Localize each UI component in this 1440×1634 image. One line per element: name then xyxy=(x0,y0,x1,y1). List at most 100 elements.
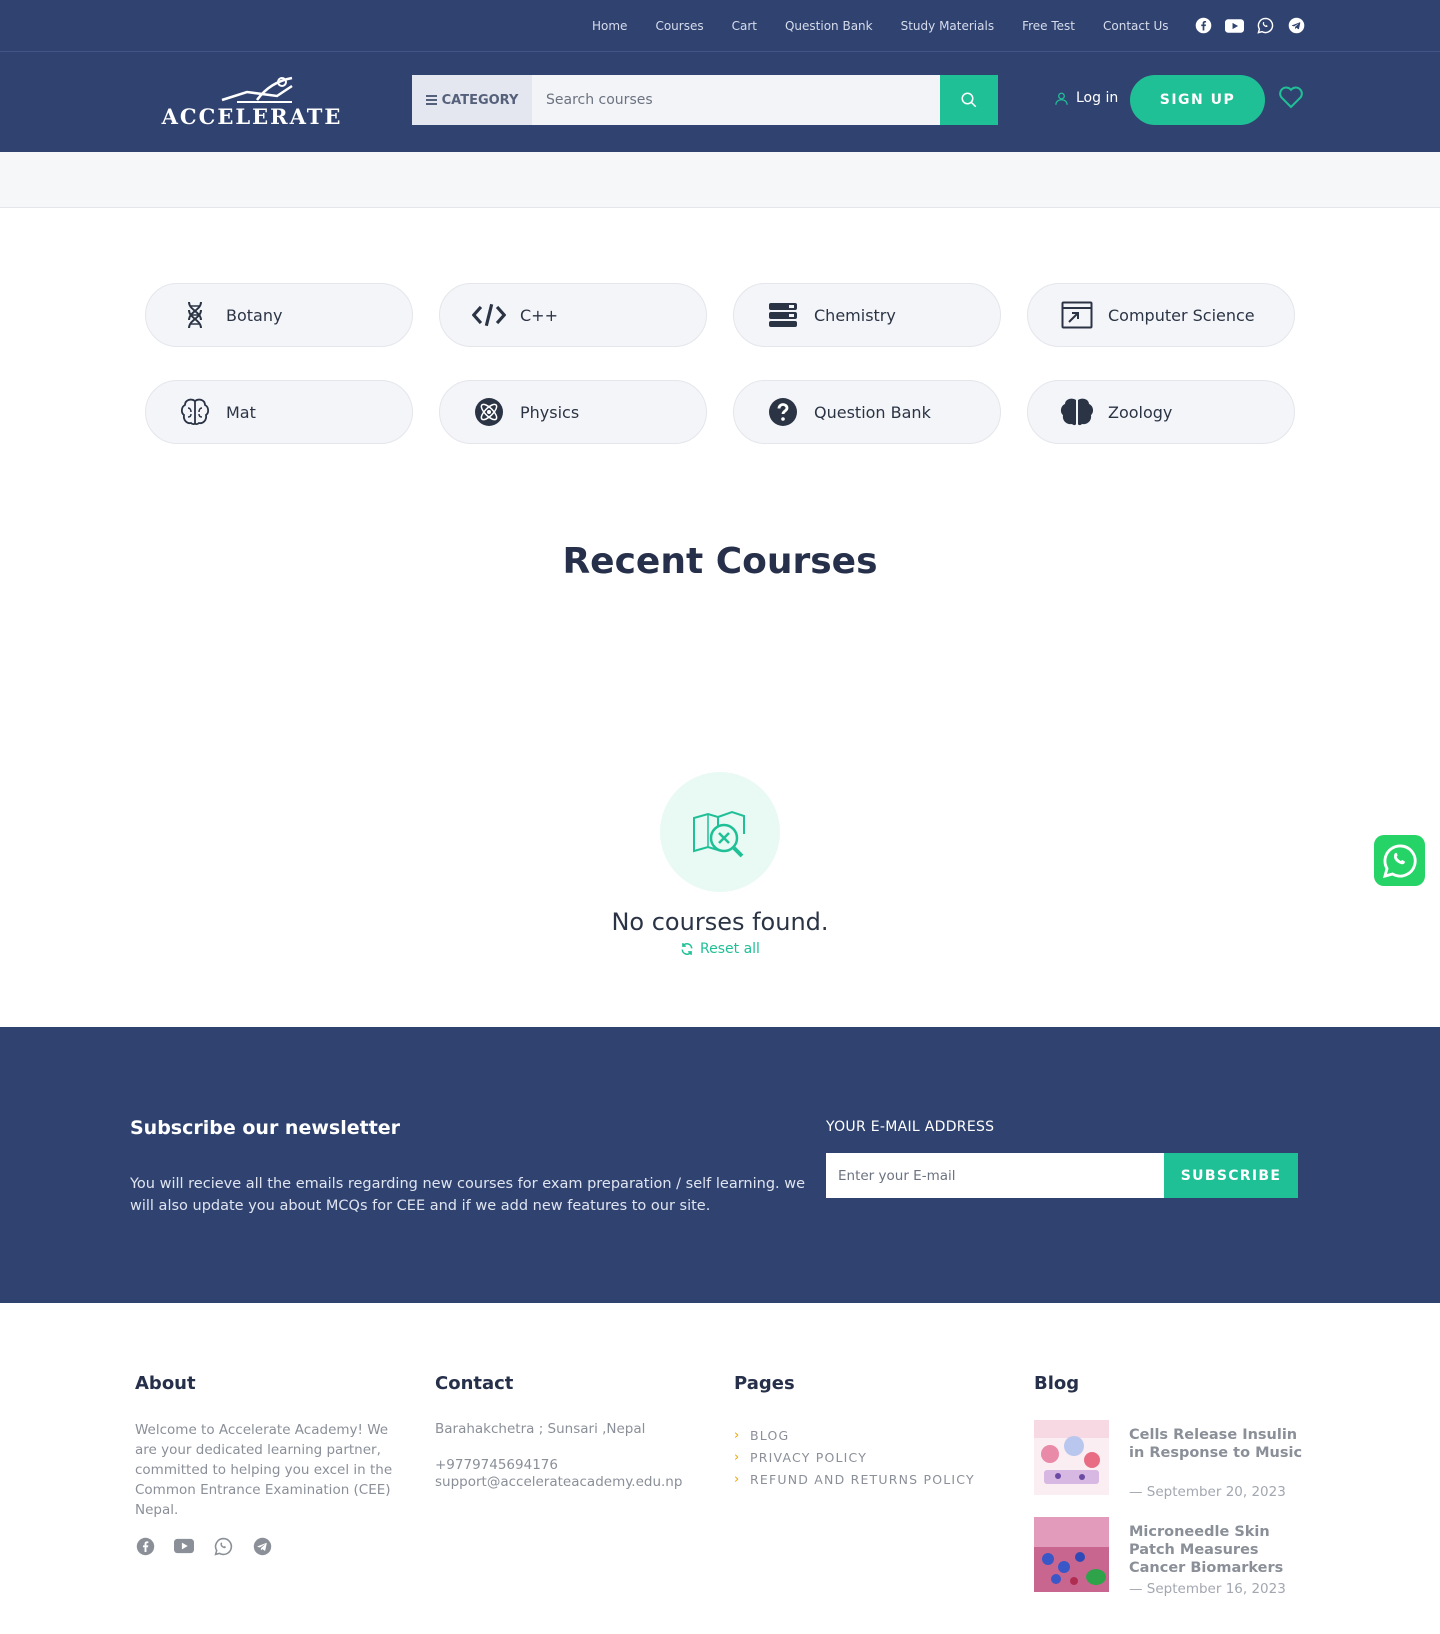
code-icon xyxy=(472,298,506,332)
chevron-right-icon: › xyxy=(734,1427,741,1443)
heart-icon xyxy=(1279,86,1303,109)
category-question-bank[interactable]: Question Bank xyxy=(733,380,1001,444)
reset-all-link[interactable]: Reset all xyxy=(0,941,1440,957)
footer-link-label: PRIVACY POLICY xyxy=(750,1449,868,1465)
footer-link-refund-policy[interactable]: › REFUND AND RETURNS POLICY xyxy=(734,1468,975,1490)
nav-free-test[interactable]: Free Test xyxy=(1022,19,1075,33)
footer-link-label: BLOG xyxy=(750,1427,790,1443)
blog-post[interactable]: Cells Release Insulin in Response to Mus… xyxy=(1034,1420,1304,1500)
facebook-icon[interactable] xyxy=(1194,16,1213,35)
email-label: YOUR E-MAIL ADDRESS xyxy=(826,1119,995,1135)
footer-pages-title: Pages xyxy=(734,1373,795,1394)
blog-post-title[interactable]: Microneedle Skin Patch Measures Cancer B… xyxy=(1129,1523,1304,1577)
category-botany[interactable]: Botany xyxy=(145,283,413,347)
category-label: Computer Science xyxy=(1108,305,1255,325)
newsletter-title: Subscribe our newsletter xyxy=(130,1117,401,1139)
footer-pages: Pages › BLOG › PRIVACY POLICY › REFUND AND … xyxy=(734,1373,975,1490)
login-link[interactable]: Log in xyxy=(1054,90,1118,106)
category-label: Chemistry xyxy=(814,305,896,325)
nav-cart[interactable]: Cart xyxy=(732,19,757,33)
subscribe-button[interactable]: SUBSCRIBE xyxy=(1164,1153,1298,1198)
brain-solid-icon xyxy=(1060,395,1094,429)
refresh-icon xyxy=(681,943,693,955)
footer-about-text: Welcome to Accelerate Academy! We are yo… xyxy=(135,1422,393,1518)
blog-post-date: — September 16, 2023 xyxy=(1129,1581,1286,1597)
footer-about-title: About xyxy=(135,1373,196,1394)
category-label: CATEGORY xyxy=(441,92,519,108)
search-icon xyxy=(961,92,977,108)
logo-mark-icon xyxy=(221,76,293,103)
no-results-illustration xyxy=(660,772,780,892)
blog-post[interactable]: Microneedle Skin Patch Measures Cancer B… xyxy=(1034,1517,1304,1597)
whatsapp-icon[interactable] xyxy=(1256,16,1275,35)
footer-about: About Welcome to Accelerate Academy! We … xyxy=(135,1373,410,1556)
brain-outline-icon xyxy=(178,395,212,429)
question-icon xyxy=(766,395,800,429)
newsletter-email-input[interactable] xyxy=(826,1153,1164,1198)
category-chemistry[interactable]: Chemistry xyxy=(733,283,1001,347)
facebook-icon[interactable] xyxy=(135,1536,155,1556)
category-cpp[interactable]: C++ xyxy=(439,283,707,347)
category-dropdown[interactable]: CATEGORY xyxy=(412,75,532,125)
logo-text: ACCELERATE xyxy=(161,104,343,129)
telegram-icon[interactable] xyxy=(252,1536,272,1556)
category-physics[interactable]: Physics xyxy=(439,380,707,444)
search-bar: CATEGORY xyxy=(412,75,998,125)
category-label: Question Bank xyxy=(814,402,931,422)
whatsapp-icon xyxy=(1382,844,1417,878)
footer-link-privacy-policy[interactable]: › PRIVACY POLICY xyxy=(734,1446,975,1468)
window-icon xyxy=(1060,298,1094,332)
footer-pages-list: › BLOG › PRIVACY POLICY › REFUND AND RETURN… xyxy=(734,1424,975,1490)
chevron-right-icon: › xyxy=(734,1471,741,1487)
blog-post-title[interactable]: Cells Release Insulin in Response to Mus… xyxy=(1129,1426,1304,1462)
dna-icon xyxy=(178,298,212,332)
footer-link-label: REFUND AND RETURNS POLICY xyxy=(750,1471,975,1487)
layers-icon xyxy=(766,298,800,332)
category-label: Mat xyxy=(226,402,256,422)
site-logo[interactable]: ACCELERATE xyxy=(152,74,352,130)
category-label: Physics xyxy=(520,402,580,422)
youtube-icon[interactable] xyxy=(174,1536,194,1556)
contact-email[interactable]: support@accelerateacademy.edu.np xyxy=(435,1474,682,1490)
category-mat[interactable]: Mat xyxy=(145,380,413,444)
footer-social-links xyxy=(135,1536,410,1556)
footer-blog-title: Blog xyxy=(1034,1373,1080,1394)
newsletter-description: You will recieve all the emails regardin… xyxy=(130,1176,806,1214)
signup-button[interactable]: SIGN UP xyxy=(1130,75,1265,125)
user-icon xyxy=(1055,92,1068,105)
youtube-icon[interactable] xyxy=(1225,16,1244,35)
category-zoology[interactable]: Zoology xyxy=(1027,380,1295,444)
category-computer-science[interactable]: Computer Science xyxy=(1027,283,1295,347)
category-label: Zoology xyxy=(1108,402,1173,422)
category-label: Botany xyxy=(226,305,283,325)
telegram-icon[interactable] xyxy=(1287,16,1306,35)
whatsapp-chat-button[interactable] xyxy=(1374,835,1425,886)
blog-thumbnail xyxy=(1034,1517,1109,1592)
footer-link-blog[interactable]: › BLOG xyxy=(734,1424,975,1446)
recent-courses-title: Recent Courses xyxy=(562,541,878,582)
nav-courses[interactable]: Courses xyxy=(655,19,703,33)
newsletter-section: Subscribe our newsletter You will reciev… xyxy=(0,1027,1440,1303)
nav-home[interactable]: Home xyxy=(592,19,627,33)
atom-icon xyxy=(472,395,506,429)
wishlist-button[interactable] xyxy=(1278,85,1304,113)
chevron-right-icon: › xyxy=(734,1449,741,1465)
login-label: Log in xyxy=(1076,90,1119,106)
nav-contact-us[interactable]: Contact Us xyxy=(1103,19,1169,33)
whatsapp-icon[interactable] xyxy=(213,1536,233,1556)
footer-contact-title: Contact xyxy=(435,1373,514,1394)
footer-contact: Contact Barahakchetra ; Sunsari ,Nepal +… xyxy=(435,1373,682,1490)
search-button[interactable] xyxy=(940,75,998,125)
footer-blog: Blog Cells Release Insulin in Response t… xyxy=(1034,1373,1304,1633)
category-grid: Botany C++ Chemistry Computer Science Ma… xyxy=(145,283,1295,444)
nav-question-bank[interactable]: Question Bank xyxy=(785,19,873,33)
top-nav: Home Courses Cart Question Bank Study Ma… xyxy=(592,0,1169,52)
nav-study-materials[interactable]: Study Materials xyxy=(901,19,994,33)
blog-thumbnail xyxy=(1034,1420,1109,1495)
breadcrumb-bar xyxy=(0,152,1440,208)
site-footer: About Welcome to Accelerate Academy! We … xyxy=(0,1303,1440,1634)
empty-state-text: No courses found. xyxy=(611,908,829,936)
menu-icon xyxy=(425,95,437,105)
search-input[interactable] xyxy=(532,75,940,125)
contact-phone[interactable]: +9779745694176 xyxy=(435,1457,682,1473)
